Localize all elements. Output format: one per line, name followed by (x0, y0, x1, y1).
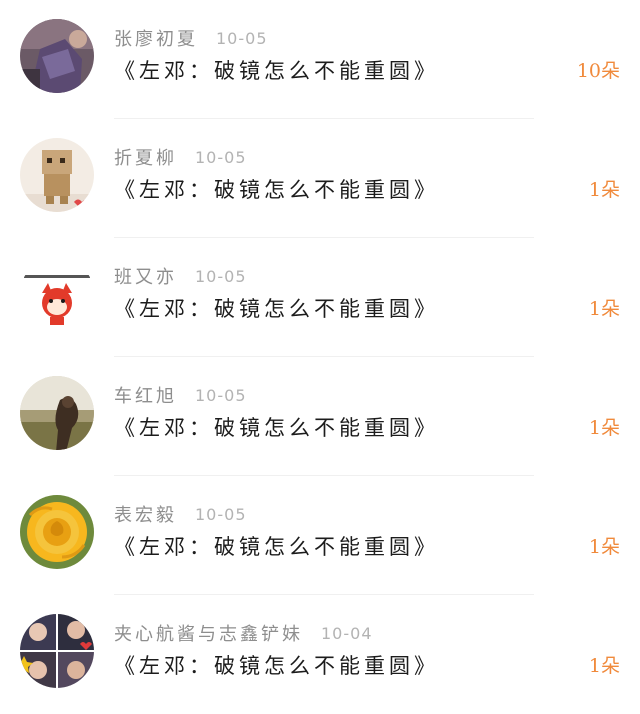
post-date: 10-05 (195, 385, 247, 405)
item-meta: 折夏柳 10-05 (114, 144, 247, 170)
post-date: 10-05 (195, 266, 247, 286)
article-title-link[interactable]: 《左邓：破镜怎么不能重圆》 (114, 55, 439, 85)
list-item[interactable]: 车红旭 10-05 《左邓：破镜怎么不能重圆》 1朵 (0, 357, 640, 476)
list-item[interactable]: 张廖初夏 10-05 《左邓：破镜怎么不能重圆》 10朵 (0, 0, 640, 119)
flower-count: 1朵 (588, 417, 620, 439)
item-meta: 车红旭 10-05 (114, 382, 247, 408)
flower-count: 1朵 (588, 179, 620, 201)
item-meta: 班又亦 10-05 (114, 263, 247, 289)
flower-count: 10朵 (576, 60, 620, 82)
photo-avatar-icon[interactable] (20, 19, 94, 93)
yellow-rose-avatar-icon[interactable] (20, 495, 94, 569)
username-link[interactable]: 表宏毅 (114, 501, 177, 527)
flower-count: 1朵 (588, 536, 620, 558)
flower-count: 1朵 (588, 655, 620, 677)
item-meta: 表宏毅 10-05 (114, 501, 247, 527)
username-link[interactable]: 车红旭 (114, 382, 177, 408)
article-title-link[interactable]: 《左邓：破镜怎么不能重圆》 (114, 650, 439, 680)
list-item[interactable]: 班又亦 10-05 《左邓：破镜怎么不能重圆》 1朵 (0, 238, 640, 357)
username-link[interactable]: 张廖初夏 (114, 25, 198, 51)
post-date: 10-05 (216, 28, 268, 48)
item-meta: 张廖初夏 10-05 (114, 25, 268, 51)
list-item[interactable]: 折夏柳 10-05 《左邓：破镜怎么不能重圆》 1朵 (0, 119, 640, 238)
post-date: 10-05 (195, 147, 247, 167)
landscape-avatar-icon[interactable] (20, 376, 94, 450)
item-meta: 夹心航酱与志鑫铲妹 10-04 (114, 620, 373, 646)
username-link[interactable]: 班又亦 (114, 263, 177, 289)
gift-list: 张廖初夏 10-05 《左邓：破镜怎么不能重圆》 10朵 折夏柳 10-05 《… (0, 0, 640, 703)
article-title-link[interactable]: 《左邓：破镜怎么不能重圆》 (114, 293, 439, 323)
article-title-link[interactable]: 《左邓：破镜怎么不能重圆》 (114, 174, 439, 204)
article-title-link[interactable]: 《左邓：破镜怎么不能重圆》 (114, 531, 439, 561)
list-item[interactable]: 夹心航酱与志鑫铲妹 10-04 《左邓：破镜怎么不能重圆》 1朵 (0, 595, 640, 714)
post-date: 10-05 (195, 504, 247, 524)
cartoon-fox-avatar-icon[interactable] (20, 257, 94, 331)
collage-avatar-icon[interactable] (20, 614, 94, 688)
article-title-link[interactable]: 《左邓：破镜怎么不能重圆》 (114, 412, 439, 442)
list-item[interactable]: 表宏毅 10-05 《左邓：破镜怎么不能重圆》 1朵 (0, 476, 640, 595)
post-date: 10-04 (321, 623, 373, 643)
username-link[interactable]: 夹心航酱与志鑫铲妹 (114, 620, 303, 646)
username-link[interactable]: 折夏柳 (114, 144, 177, 170)
flower-count: 1朵 (588, 298, 620, 320)
danbo-avatar-icon[interactable] (20, 138, 94, 212)
